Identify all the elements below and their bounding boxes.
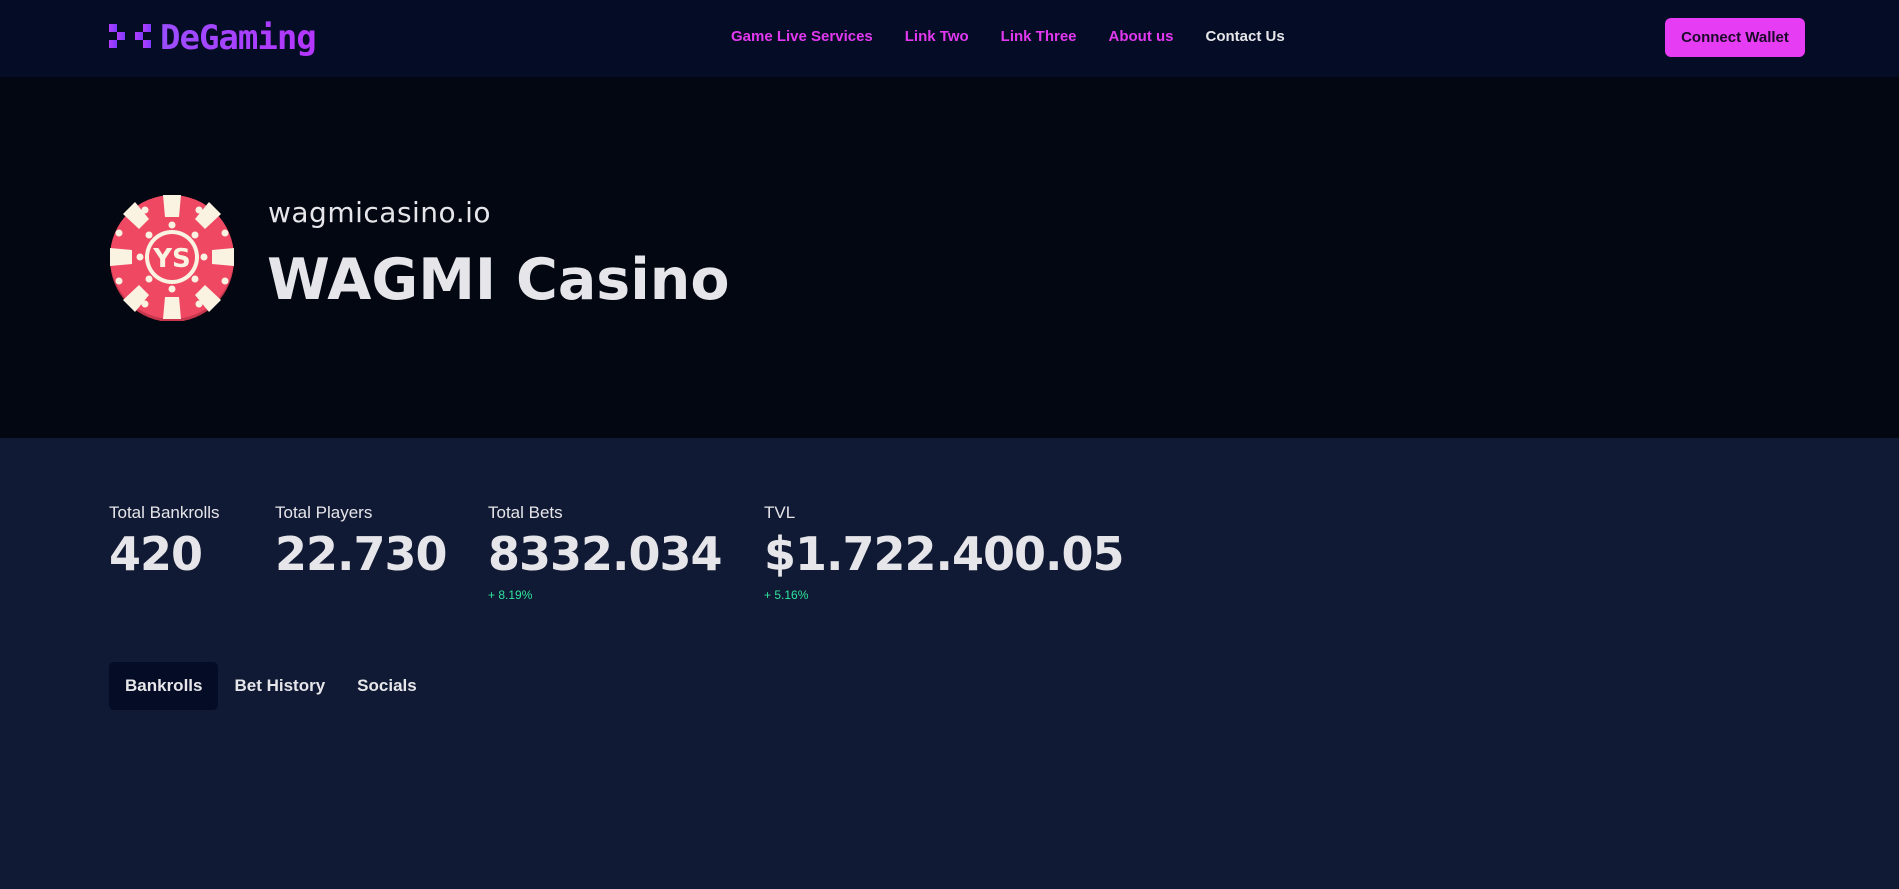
stat-value: 420 bbox=[109, 527, 203, 581]
brand-logo[interactable]: DeGaming bbox=[109, 18, 317, 58]
tab-bankrolls[interactable]: Bankrolls bbox=[109, 662, 219, 710]
stat-change-badge: + 5.16% bbox=[764, 588, 809, 602]
nav-link-about-us[interactable]: About us bbox=[1109, 28, 1174, 45]
stat-change-badge: + 8.19% bbox=[488, 588, 533, 602]
casino-domain: wagmicasino.io bbox=[268, 196, 492, 229]
stat-total-bets: Total Bets 8332.034 + 8.19% bbox=[488, 503, 723, 602]
stat-label: Total Bankrolls bbox=[109, 503, 220, 522]
stat-label: Total Players bbox=[275, 503, 373, 522]
casino-chip-logo-icon: YS bbox=[110, 195, 234, 321]
brand-name: DeGaming bbox=[160, 18, 317, 58]
stat-value: $1.722.400.05 bbox=[764, 527, 1124, 581]
main-nav: Game Live Services Link Two Link Three A… bbox=[731, 28, 1285, 45]
casino-tabs: Bankrolls Bet History Socials bbox=[109, 662, 433, 710]
pixel-logo-icon bbox=[109, 24, 151, 48]
nav-link-three[interactable]: Link Three bbox=[1001, 28, 1077, 45]
chip-monogram: YS bbox=[152, 244, 191, 274]
stat-value: 8332.034 bbox=[488, 527, 723, 581]
stat-total-bankrolls: Total Bankrolls 420 bbox=[109, 503, 220, 579]
nav-link-contact-us[interactable]: Contact Us bbox=[1206, 28, 1285, 45]
nav-link-game-live-services[interactable]: Game Live Services bbox=[731, 28, 873, 45]
nav-link-two[interactable]: Link Two bbox=[905, 28, 969, 45]
casino-hero: YS wagmicasino.io WAGMI Casino bbox=[0, 77, 1899, 438]
top-navbar: DeGaming Game Live Services Link Two Lin… bbox=[0, 0, 1899, 77]
stat-label: TVL bbox=[764, 503, 796, 522]
page-title: WAGMI Casino bbox=[267, 247, 730, 313]
tab-bet-history[interactable]: Bet History bbox=[218, 662, 341, 710]
stat-tvl: TVL $1.722.400.05 + 5.16% bbox=[764, 503, 1124, 602]
stat-total-players: Total Players 22.730 bbox=[275, 503, 448, 581]
stat-label: Total Bets bbox=[488, 503, 563, 522]
tab-socials[interactable]: Socials bbox=[341, 662, 433, 710]
connect-wallet-button[interactable]: Connect Wallet bbox=[1665, 18, 1805, 57]
stat-value: 22.730 bbox=[275, 527, 448, 581]
